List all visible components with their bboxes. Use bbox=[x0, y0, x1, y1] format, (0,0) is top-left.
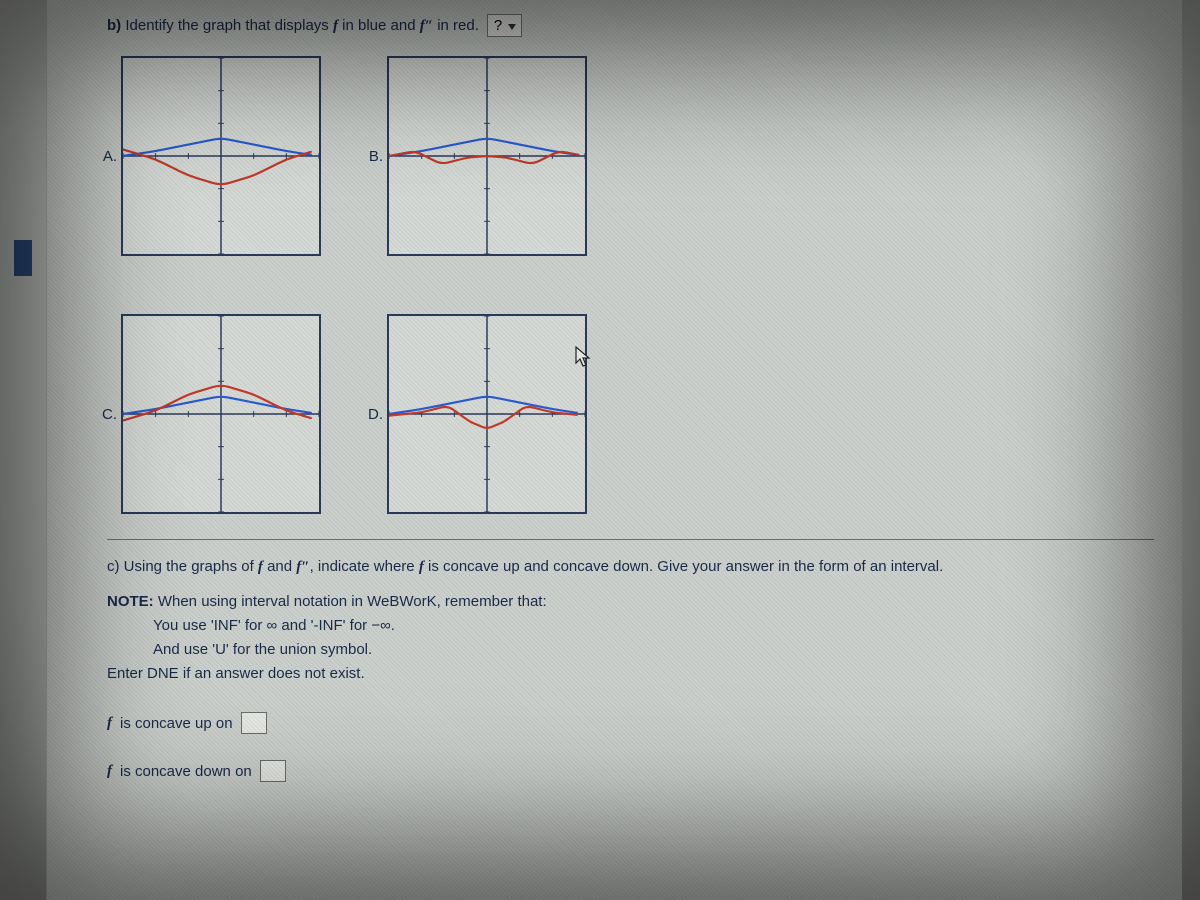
concave-up-row: f is concave up on bbox=[107, 712, 1154, 734]
page-surface: b) Identify the graph that displays f in… bbox=[46, 0, 1182, 900]
concave-up-label: is concave up on bbox=[120, 715, 233, 732]
part-c-tail: is concave up and concave down. Give you… bbox=[428, 558, 943, 575]
note-head: NOTE: bbox=[107, 593, 154, 610]
label-A: A. bbox=[101, 148, 121, 165]
part-c-f2: f bbox=[419, 559, 424, 575]
part-c-f1: f bbox=[258, 559, 263, 575]
label-D: D. bbox=[367, 406, 387, 423]
part-b-text-1: Identify the graph that displays bbox=[125, 17, 328, 34]
part-c-fpp: f″ bbox=[296, 559, 309, 575]
concave-down-f: f bbox=[107, 763, 112, 780]
concave-down-row: f is concave down on bbox=[107, 760, 1154, 782]
graph-choice-select[interactable]: ? bbox=[487, 14, 522, 37]
note-line-1: When using interval notation in WeBWorK,… bbox=[158, 593, 547, 610]
plot-B bbox=[387, 56, 587, 256]
concave-up-f: f bbox=[107, 715, 112, 732]
note-line-2: You use 'INF' for ∞ and '-INF' for −∞. bbox=[107, 614, 1154, 638]
part-c-lead: c) Using the graphs of bbox=[107, 558, 254, 575]
part-b-label: b) bbox=[107, 17, 121, 34]
note-line-4: Enter DNE if an answer does not exist. bbox=[107, 665, 365, 682]
note-line-3: And use 'U' for the union symbol. bbox=[107, 638, 1154, 662]
side-marker bbox=[14, 240, 32, 276]
part-c-and: and bbox=[267, 558, 292, 575]
label-B: B. bbox=[367, 148, 387, 165]
note-block: NOTE: When using interval notation in We… bbox=[107, 590, 1154, 686]
part-c-mid: , indicate where bbox=[310, 558, 415, 575]
graph-options-grid: A. B. C. D. bbox=[101, 51, 1154, 519]
section-divider bbox=[107, 539, 1154, 540]
concave-up-input[interactable] bbox=[241, 712, 267, 734]
part-b-text-3: in red. bbox=[437, 17, 479, 34]
label-C: C. bbox=[101, 406, 121, 423]
part-b-prompt: b) Identify the graph that displays f in… bbox=[107, 14, 1154, 37]
plot-A bbox=[121, 56, 321, 256]
part-c-prompt: c) Using the graphs of f and f″, indicat… bbox=[107, 558, 1154, 576]
concave-down-label: is concave down on bbox=[120, 763, 252, 780]
concave-down-input[interactable] bbox=[260, 760, 286, 782]
plot-C bbox=[121, 314, 321, 514]
part-b-text-2: in blue and bbox=[342, 17, 415, 34]
plot-D bbox=[387, 314, 587, 514]
fpp-red-symbol: f″ bbox=[420, 18, 433, 34]
f-blue-symbol: f bbox=[333, 18, 338, 34]
